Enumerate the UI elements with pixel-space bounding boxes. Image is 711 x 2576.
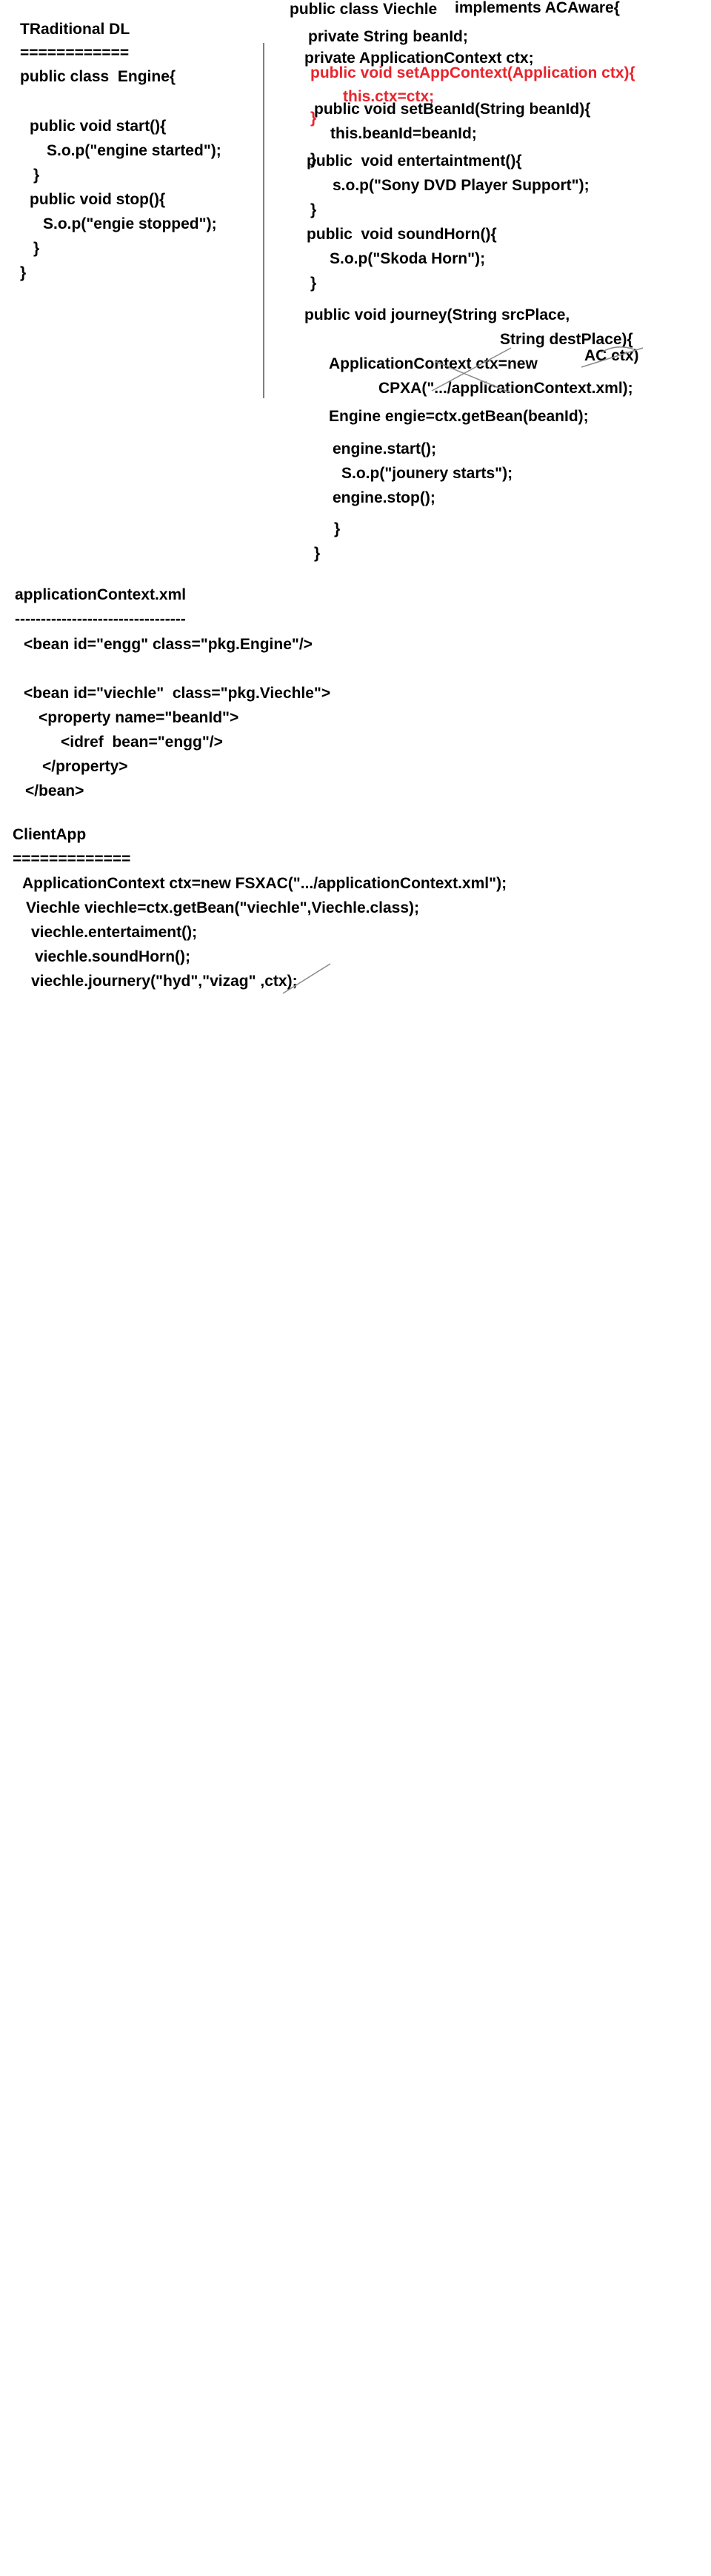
engine-class-close: }: [20, 264, 27, 281]
set-beanid-body: this.beanId=beanId;: [330, 125, 477, 142]
journey-signature-cont: String destPlace){: [500, 331, 633, 348]
engine-class-decl: public class Engine{: [20, 68, 176, 85]
viechle-class-decl: public class Viechle: [290, 1, 438, 18]
xml-rule: ---------------------------------: [15, 611, 186, 628]
engine-stop-signature: public void stop(){: [30, 191, 166, 208]
ctx-declaration: ApplicationContext ctx=new: [329, 355, 538, 372]
sound-horn-signature: public void soundHorn(){: [307, 226, 497, 243]
engine-start-body: S.o.p("engine started");: [47, 142, 221, 159]
engine-start-call: engine.start();: [333, 440, 437, 457]
engine-stop-body: S.o.p("engie stopped");: [43, 215, 217, 232]
journey-close: }: [334, 520, 341, 537]
client-entertainment-call: viechle.entertaiment();: [31, 924, 198, 941]
xml-idref: <idref bean="engg"/>: [61, 734, 223, 751]
set-beanid-signature: public void setBeanId(String beanId){: [314, 101, 591, 118]
xml-property-open: <property name="beanId">: [39, 709, 239, 726]
client-ctx-line: ApplicationContext ctx=new FSXAC(".../ap…: [22, 875, 507, 892]
field-ctx: private ApplicationContext ctx;: [304, 50, 534, 67]
journey-sop: S.o.p("jounery starts");: [341, 465, 513, 482]
engine-start-close: }: [33, 167, 40, 184]
traditional-rule: ============: [20, 44, 130, 61]
field-beanid: private String beanId;: [308, 28, 468, 45]
journey-signature: public void journey(String srcPlace,: [304, 306, 570, 323]
xml-title: applicationContext.xml: [15, 586, 187, 603]
column-divider: [263, 43, 264, 398]
engine-stop-call: engine.stop();: [333, 489, 435, 506]
get-bean-line: Engine engie=ctx.getBean(beanId);: [329, 408, 589, 425]
xml-bean-viechle: <bean id="viechle" class="pkg.Viechle">: [24, 685, 331, 702]
ac-ctx-annotation: AC ctx): [584, 347, 639, 364]
client-sound-horn-call: viechle.soundHorn();: [35, 948, 191, 965]
xml-bean-engine: <bean id="engg" class="pkg.Engine"/>: [24, 636, 313, 653]
set-app-context-signature: public void setAppContext(Application ct…: [310, 64, 635, 81]
client-rule: =============: [13, 851, 131, 868]
engine-start-signature: public void start(){: [30, 118, 167, 135]
ctx-new-instance: CPXA(".../applicationContext.xml);: [378, 380, 633, 397]
xml-property-close: </property>: [42, 758, 128, 775]
sound-horn-close: }: [310, 275, 317, 292]
client-get-bean: Viechle viechle=ctx.getBean("viechle",Vi…: [26, 899, 419, 916]
sound-horn-body: S.o.p("Skoda Horn");: [330, 250, 486, 267]
entertainment-body: s.o.p("Sony DVD Player Support");: [333, 177, 590, 194]
viechle-class-close: }: [314, 545, 321, 562]
client-journey-call: viechle.journery("hyd","vizag" ,ctx);: [31, 973, 298, 990]
client-title: ClientApp: [13, 826, 87, 843]
traditional-title: TRaditional DL: [20, 21, 130, 38]
entertainment-signature: public void entertaintment(){: [307, 152, 522, 170]
viechle-implements: implements ACAware{: [455, 0, 620, 16]
entertainment-close: }: [310, 201, 317, 218]
engine-stop-close: }: [33, 240, 40, 257]
xml-bean-close: </bean>: [25, 782, 84, 799]
